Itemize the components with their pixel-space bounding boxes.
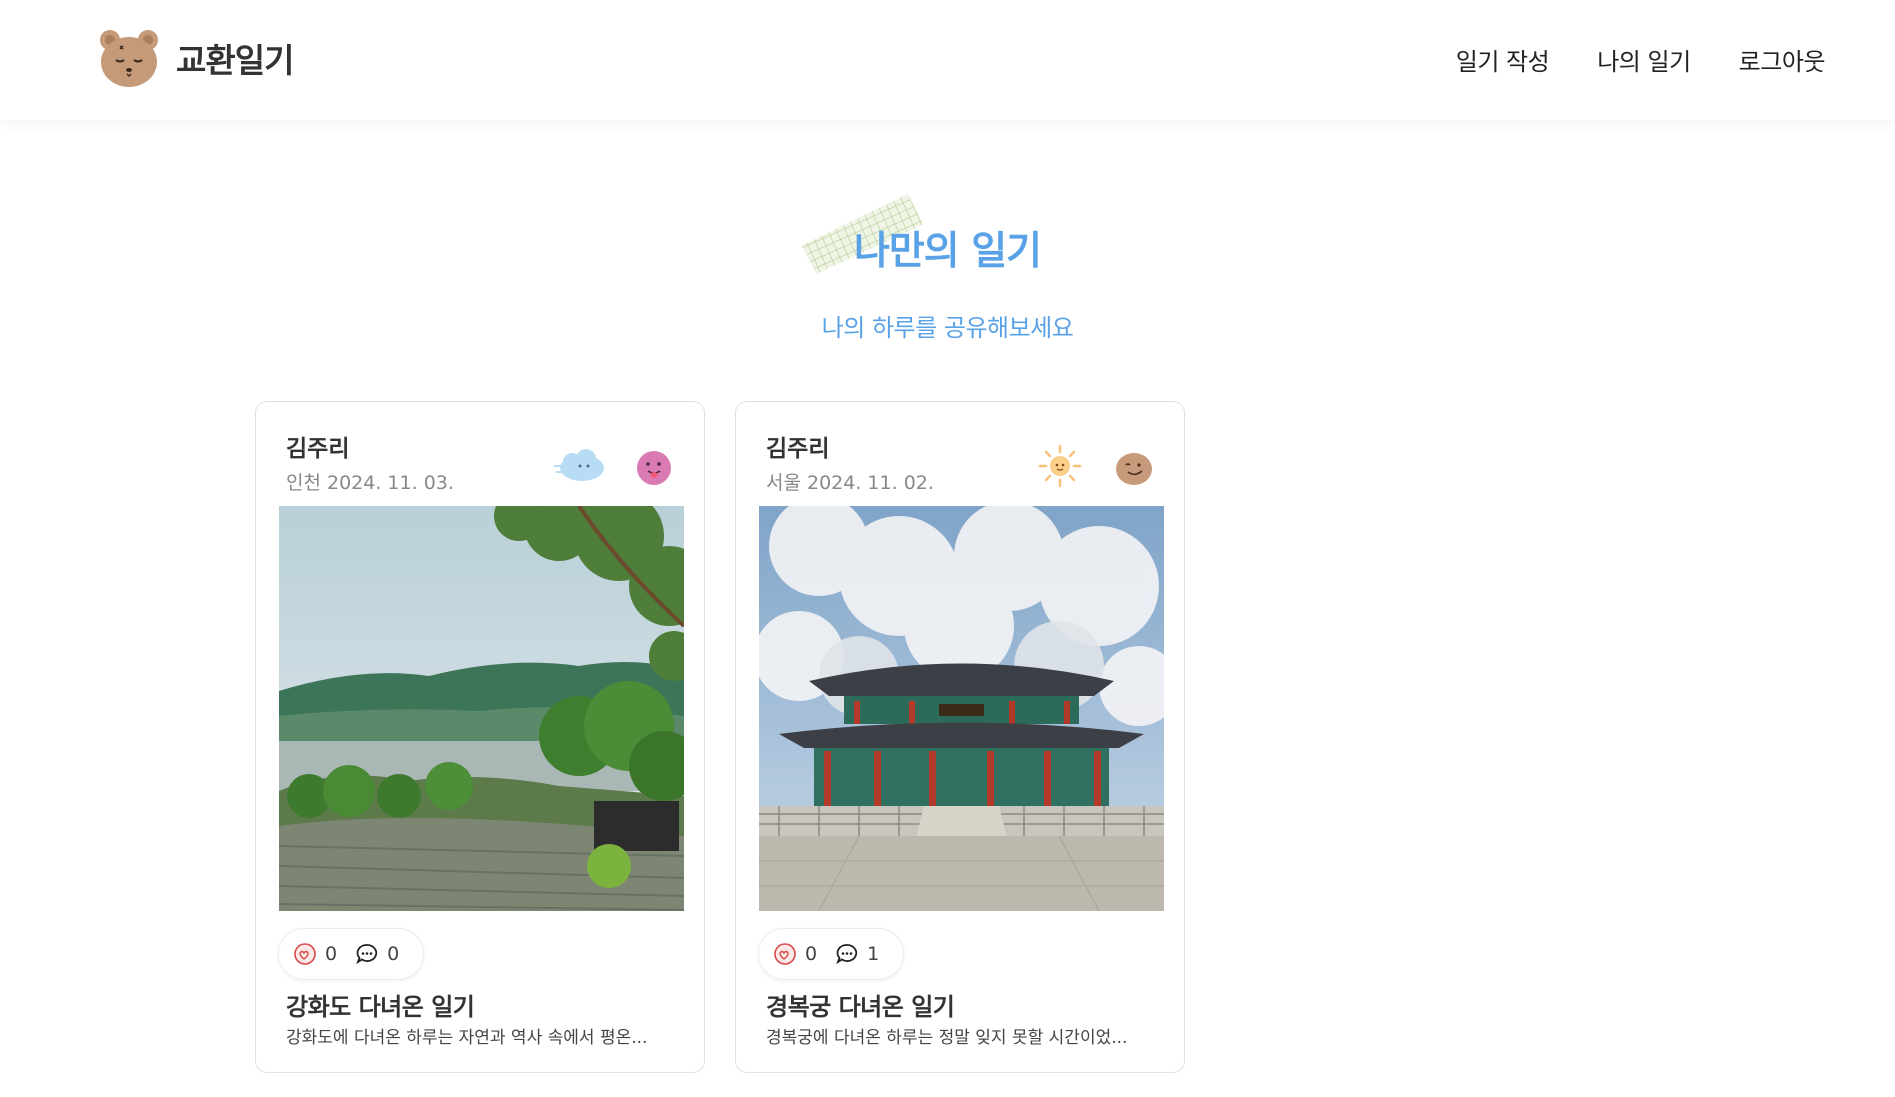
logo-text: 교환일기 — [176, 41, 294, 80]
page-title: 나만의 일기 — [801, 193, 1042, 276]
nav-my-diary[interactable]: 나의 일기 — [1597, 42, 1691, 77]
logo[interactable]: 교환일기 — [96, 26, 294, 90]
sun-icon — [1038, 444, 1082, 488]
nav-write-diary[interactable]: 일기 작성 — [1456, 42, 1550, 77]
tongue-face-icon — [637, 451, 671, 485]
like-count: 0 — [805, 943, 818, 965]
card-author: 김주리 — [766, 436, 830, 462]
card-excerpt: 경복궁에 다녀온 하루는 정말 잊지 못할 시간이었... — [766, 1028, 1128, 1048]
cloud-icon — [554, 449, 604, 481]
page-subtitle: 나의 하루를 공유해보세요 — [821, 314, 1074, 342]
card-title[interactable]: 경복궁 다녀온 일기 — [766, 987, 955, 1022]
bear-logo-icon — [100, 30, 158, 87]
comment-count: 1 — [867, 943, 880, 965]
diary-card[interactable]: 김주리 서울 2024. 11. 02. 0 1 경복궁 다녀온 일기 경복궁에… — [735, 401, 1185, 1073]
comment-icon[interactable] — [355, 942, 379, 966]
diary-card[interactable]: 김주리 인천 2024. 11. 03. 0 0 강화도 다녀온 일기 강화도에… — [255, 401, 705, 1073]
card-photo[interactable] — [279, 506, 684, 911]
like-count: 0 — [325, 943, 338, 965]
card-title[interactable]: 강화도 다녀온 일기 — [286, 987, 475, 1022]
nav-logout[interactable]: 로그아웃 — [1739, 42, 1826, 77]
like-icon[interactable] — [773, 942, 797, 966]
card-author: 김주리 — [286, 436, 350, 462]
palace-photo — [759, 506, 1164, 911]
comment-count: 0 — [387, 943, 400, 965]
smile-face-icon — [1116, 453, 1152, 485]
card-location-date: 서울 2024. 11. 02. — [766, 472, 934, 494]
like-icon[interactable] — [293, 942, 317, 966]
hero: 나만의 일기 — [0, 193, 1895, 276]
card-location-date: 인천 2024. 11. 03. — [286, 472, 454, 494]
card-photo[interactable] — [759, 506, 1164, 911]
reaction-bar: 0 0 — [278, 928, 425, 980]
top-header: 교환일기 일기 작성 나의 일기 로그아웃 — [0, 0, 1895, 120]
reaction-bar: 0 1 — [758, 928, 905, 980]
main-nav: 일기 작성 나의 일기 로그아웃 — [1456, 42, 1826, 77]
card-excerpt: 강화도에 다녀온 하루는 자연과 역사 속에서 평온... — [286, 1028, 648, 1048]
comment-icon[interactable] — [835, 942, 859, 966]
landscape-photo — [279, 506, 684, 911]
page-title-text: 나만의 일기 — [854, 229, 1042, 274]
